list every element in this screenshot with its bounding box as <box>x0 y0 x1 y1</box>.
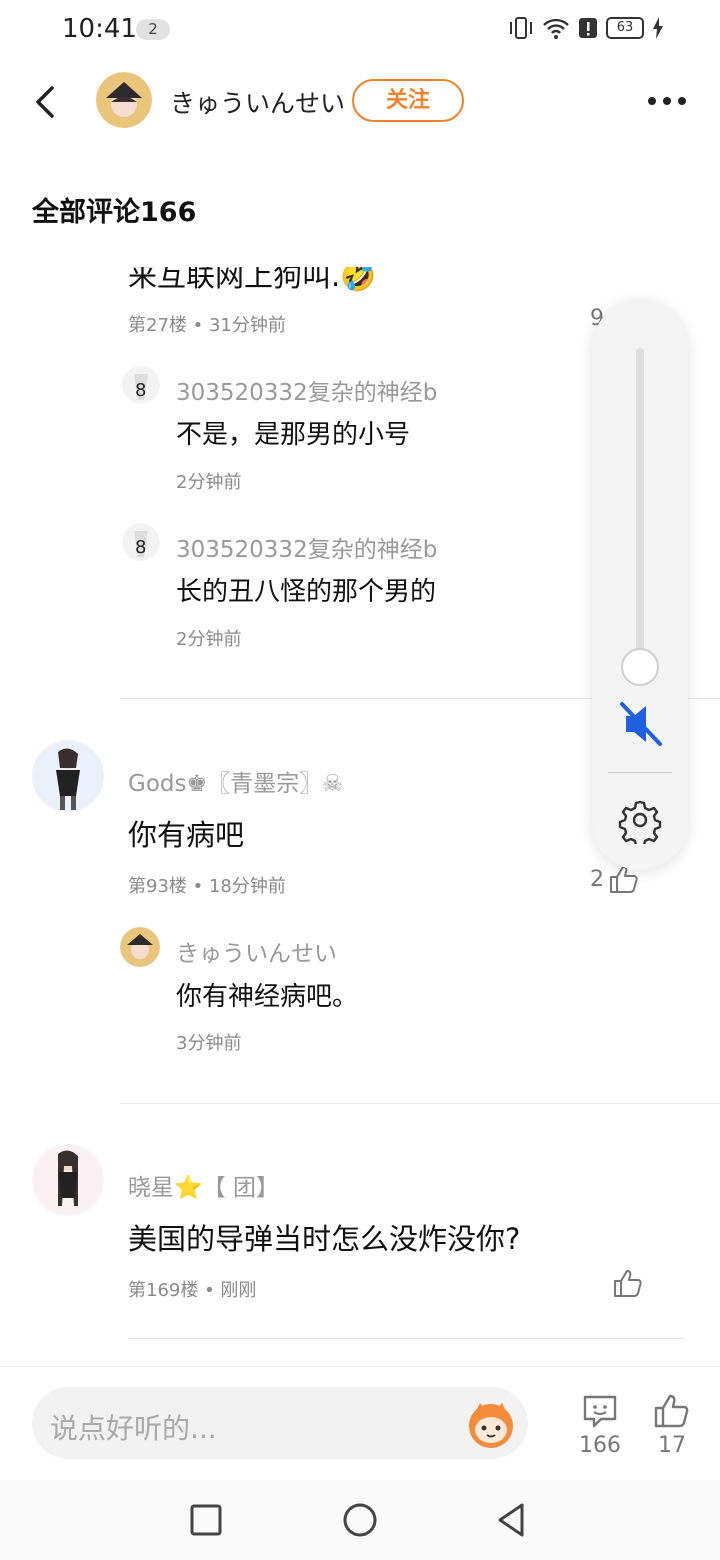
volume-panel <box>592 300 688 870</box>
triangle-nav-icon[interactable] <box>492 1500 532 1540</box>
alert-icon <box>579 18 597 38</box>
reply-text: 你有神经病吧。 <box>176 982 359 1012</box>
reply-time: 2分钟前 <box>176 629 242 650</box>
reply-username[interactable]: きゅういんせい <box>176 934 337 968</box>
notification-badge: 2 <box>136 19 170 40</box>
like-icon <box>614 1270 642 1297</box>
comment-input-placeholder: 说点好听的... <box>50 1412 217 1445</box>
mute-icon[interactable] <box>616 698 664 750</box>
like-button[interactable] <box>612 1268 644 1298</box>
comment-icon <box>583 1395 617 1428</box>
header: きゅういんせい 关注 <box>0 66 720 138</box>
comment-input[interactable]: 说点好听的... <box>32 1387 528 1459</box>
svg-text:8: 8 <box>135 380 146 401</box>
comment-meta: 第93楼 • 18分钟前 <box>128 876 286 897</box>
more-icon[interactable] <box>648 86 698 116</box>
comment-avatar[interactable] <box>32 1144 104 1216</box>
reply-avatar[interactable]: 8 <box>122 366 160 404</box>
back-icon[interactable] <box>26 82 66 122</box>
system-nav-bar <box>0 1480 720 1560</box>
volume-slider-knob[interactable] <box>621 648 659 686</box>
username[interactable]: きゅういんせい <box>170 84 345 120</box>
circle-nav-icon[interactable] <box>340 1500 380 1540</box>
like-total-button[interactable]: 17 <box>642 1393 702 1458</box>
reply-text: 不是，是那男的小号 <box>176 420 411 450</box>
reply-username[interactable]: 303520332复杂的神经b <box>176 373 437 407</box>
reply-avatar[interactable] <box>120 927 160 967</box>
comment-text: 你有病吧 <box>128 818 245 852</box>
comment-meta: 第27楼 • 31分钟前 <box>128 315 286 336</box>
follow-button[interactable]: 关注 <box>352 79 464 122</box>
status-bar: 10:41 2 63 <box>0 0 720 60</box>
comment-count: 166 <box>579 1433 621 1458</box>
comment-avatar[interactable] <box>32 740 104 812</box>
divider <box>128 1338 684 1339</box>
section-title: 全部评论166 <box>32 197 197 228</box>
wifi-icon <box>543 18 569 39</box>
reply-time: 2分钟前 <box>176 472 242 493</box>
volume-panel-divider <box>608 772 672 773</box>
like-icon <box>654 1394 689 1428</box>
comment-username[interactable]: Gods♚〖青墨宗〗☠ <box>128 764 343 798</box>
volume-slider-track[interactable] <box>636 348 644 670</box>
like-total-count: 17 <box>658 1433 686 1458</box>
bottom-bar: 说点好听的... 166 17 <box>0 1366 720 1478</box>
settings-gear-icon[interactable] <box>616 796 664 844</box>
emoji-icon[interactable] <box>464 1397 518 1451</box>
battery-indicator: 63 <box>606 17 644 39</box>
avatar[interactable] <box>96 72 152 128</box>
vibrate-icon <box>510 17 532 39</box>
comment-username[interactable]: 晓星⭐【 团】 <box>128 1168 279 1202</box>
divider <box>120 1103 720 1104</box>
status-time: 10:41 <box>62 14 137 44</box>
reply-time: 3分钟前 <box>176 1033 242 1054</box>
square-nav-icon[interactable] <box>186 1500 226 1540</box>
charging-icon <box>653 17 663 39</box>
comment-text: 来互联网上狗叫.🤣 <box>128 259 377 293</box>
reply-username[interactable]: 303520332复杂的神经b <box>176 530 437 564</box>
comment-meta: 第169楼 • 刚刚 <box>128 1280 257 1301</box>
reply-text: 长的丑八怪的那个男的 <box>176 577 437 607</box>
reply-avatar[interactable]: 8 <box>122 523 160 561</box>
comment-count-button[interactable]: 166 <box>570 1393 630 1458</box>
comment-text: 美国的导弹当时怎么没炸没你? <box>128 1222 521 1256</box>
like-count: 2 <box>590 866 604 892</box>
svg-text:8: 8 <box>135 537 146 558</box>
status-icons: 63 <box>508 16 664 40</box>
